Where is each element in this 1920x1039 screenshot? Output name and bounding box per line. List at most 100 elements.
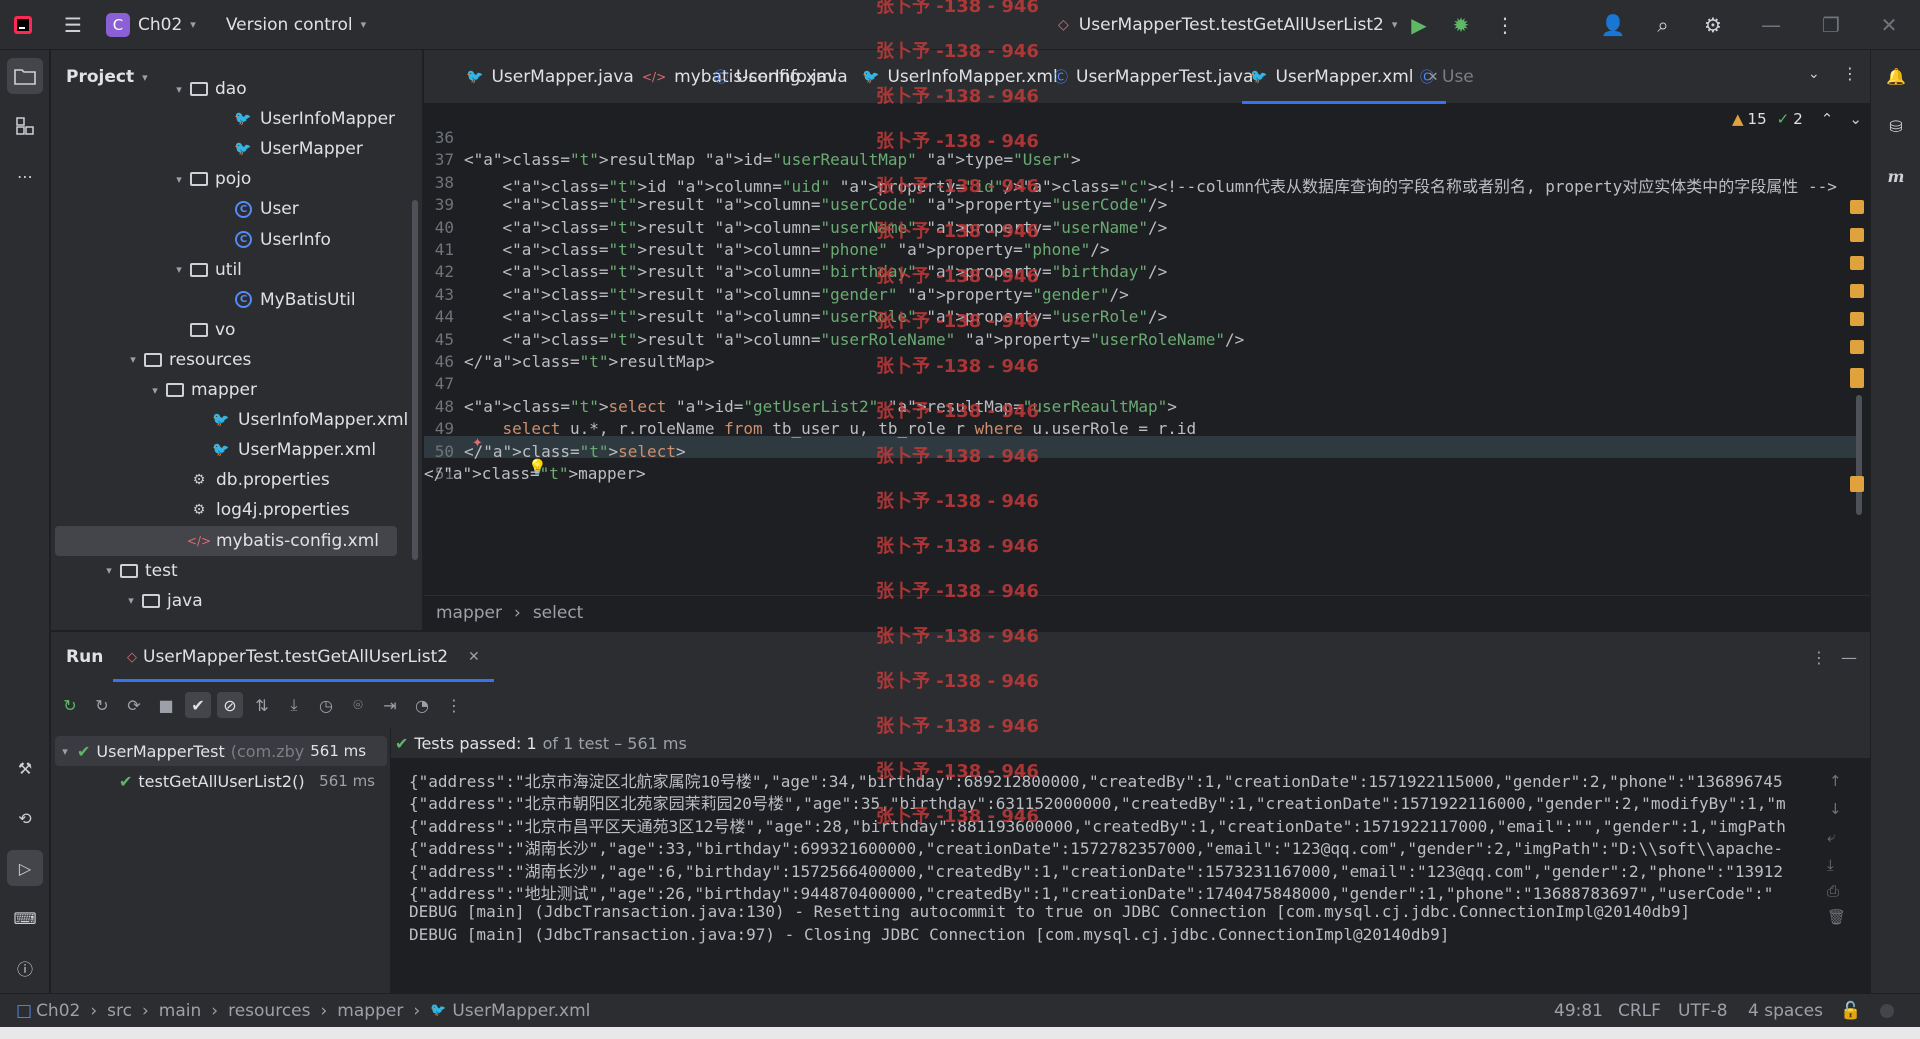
more-tools-icon[interactable]: ⋯ <box>7 158 43 194</box>
rerun-failed-icon[interactable]: ↻ <box>89 692 115 718</box>
tab-options-icon[interactable]: ⋮ <box>1842 64 1858 83</box>
tab-usermappertest-java[interactable]: Ⓒ UserMapperTest.java <box>1054 50 1253 104</box>
coverage-icon[interactable]: ◔ <box>409 692 435 718</box>
line-separator[interactable]: CRLF <box>1618 1001 1661 1021</box>
indent-setting[interactable]: 4 spaces <box>1748 1001 1823 1021</box>
settings-icon[interactable]: ⚙ <box>1700 12 1726 38</box>
import-results-icon[interactable]: ⤓ <box>281 692 307 718</box>
show-ignored-icon[interactable]: ⊘ <box>217 692 243 718</box>
code-line[interactable]: <"a">class="t">id "a">column="uid" "a">p… <box>464 173 1837 197</box>
add-user-icon[interactable]: 👤 <box>1600 12 1626 38</box>
code-line[interactable]: <"a">class="t">result "a">column="userNa… <box>464 218 1168 237</box>
tab-list-chevron-icon[interactable]: ⌄ <box>1808 66 1820 82</box>
rerun-icon[interactable]: ↻ <box>57 692 83 718</box>
search-icon[interactable]: ⌕ <box>1650 12 1676 38</box>
run-config-selector[interactable]: ◇ UserMapperTest.testGetAllUserList2 ▾ <box>1058 15 1397 35</box>
chevron-down-icon[interactable]: ▾ <box>124 353 142 366</box>
tab-userinfo-java[interactable]: Ⓒ UserInfo.java <box>714 50 848 104</box>
prev-highlight-icon[interactable]: ⌃ <box>1821 110 1834 128</box>
tree-item-mybatisutil[interactable]: C MyBatisUtil <box>51 285 422 315</box>
path-item[interactable]: main <box>159 1001 201 1021</box>
chevron-down-icon[interactable]: ▾ <box>170 263 188 276</box>
code-line[interactable]: <"a">class="t">select "a">id="getUserLis… <box>464 397 1177 416</box>
test-row[interactable]: ✔ testGetAllUserList2() 561 ms <box>55 766 387 796</box>
tab-usermapper-java[interactable]: 🐦 UserMapper.java <box>466 50 634 104</box>
code-line[interactable]: <"a">class="t">resultMap "a">id="userRea… <box>464 150 1081 169</box>
warning-stripe[interactable] <box>1850 312 1864 326</box>
build-tool-icon[interactable]: ⚒ <box>7 750 43 786</box>
tree-item-log4j-properties[interactable]: ⚙ log4j.properties <box>51 495 422 525</box>
maven-icon[interactable]: m <box>1878 158 1914 194</box>
tree-item-mapper[interactable]: ▾ mapper <box>51 375 422 405</box>
soft-wrap-icon[interactable]: ⤶ <box>1827 828 1835 846</box>
project-switcher[interactable]: C Ch02 ▾ <box>106 12 196 37</box>
warning-stripe[interactable] <box>1850 340 1864 354</box>
memory-indicator-icon[interactable] <box>1880 1003 1894 1018</box>
tab-use[interactable]: Ⓒ Use <box>1420 50 1474 104</box>
chevron-down-icon[interactable]: ▾ <box>100 564 118 577</box>
chevron-down-icon[interactable]: ▾ <box>122 594 140 607</box>
next-highlight-icon[interactable]: ⌄ <box>1849 110 1862 128</box>
chevron-down-icon[interactable]: ▾ <box>146 384 164 397</box>
database-icon[interactable]: ⛁ <box>1878 108 1914 144</box>
chevron-down-icon[interactable]: ▾ <box>170 83 188 96</box>
console-output[interactable]: ✔ Tests passed: 1 of 1 test – 561 ms {"a… <box>391 728 1870 994</box>
tree-item-mybatis-config-xml[interactable]: </> mybatis-config.xml <box>55 525 397 556</box>
run-icon[interactable]: ▶ <box>1406 12 1432 38</box>
main-menu-icon[interactable]: ☰ <box>60 12 86 38</box>
path-item[interactable]: UserMapper.xml <box>452 1001 590 1021</box>
caret-position[interactable]: 49:81 <box>1554 1001 1603 1021</box>
warning-stripe[interactable] <box>1850 256 1864 270</box>
code-line[interactable]: <"a">class="t">result "a">column="userRo… <box>464 330 1245 349</box>
clear-icon[interactable]: 🗑 <box>1827 908 1846 926</box>
run-tool-icon[interactable]: ▷ <box>7 850 43 886</box>
path-item[interactable]: resources <box>228 1001 310 1021</box>
warning-stripe[interactable] <box>1850 228 1864 242</box>
code-line[interactable]: </"a">class="t">mapper> <box>424 464 646 483</box>
tree-scrollbar[interactable] <box>412 200 418 560</box>
file-encoding[interactable]: UTF-8 <box>1678 1001 1728 1021</box>
breadcrumb-item[interactable]: select <box>533 603 584 623</box>
toggle-auto-test-icon[interactable]: ⟳ <box>121 692 147 718</box>
tree-item-user[interactable]: C User <box>51 194 422 224</box>
tree-item-userinfomapper[interactable]: 🐦 UserInfoMapper <box>51 104 422 134</box>
vcs-menu[interactable]: Version control ▾ <box>226 15 366 35</box>
services-tool-icon[interactable]: ⟲ <box>7 800 43 836</box>
tree-item-db-properties[interactable]: ⚙ db.properties <box>51 465 422 495</box>
project-tool-icon[interactable] <box>7 58 43 94</box>
maximize-icon[interactable]: ❐ <box>1818 12 1844 38</box>
readonly-lock-icon[interactable]: 🔓 <box>1840 1001 1861 1021</box>
tab-usermapper-xml[interactable]: 🐦 UserMapper.xml ✕ <box>1241 50 1447 104</box>
path-item[interactable]: src <box>107 1001 132 1021</box>
toolbar-more-icon[interactable]: ⋮ <box>441 692 467 718</box>
close-icon[interactable]: ✕ <box>468 649 480 665</box>
tree-item-vo[interactable]: vo <box>51 315 422 345</box>
breadcrumb-item[interactable]: mapper <box>436 603 502 623</box>
code-line[interactable]: <"a">class="t">result "a">column="userRo… <box>464 307 1168 326</box>
tree-item-usermapper[interactable]: 🐦 UserMapper <box>51 134 422 164</box>
scroll-to-end-icon[interactable]: ⤓ <box>1827 856 1834 874</box>
run-tab[interactable]: ◇ UserMapperTest.testGetAllUserList2 ✕ <box>113 632 494 682</box>
warning-stripe[interactable] <box>1850 284 1864 298</box>
warning-stripe[interactable] <box>1850 476 1864 492</box>
tree-item-userinfo[interactable]: C UserInfo <box>51 225 422 255</box>
tree-item-util[interactable]: ▾ util <box>51 255 422 285</box>
tree-item-userinfomapper-xml[interactable]: 🐦 UserInfoMapper.xml <box>51 405 422 435</box>
close-icon[interactable]: ✕ <box>1876 12 1902 38</box>
editor-scrollbar[interactable] <box>1856 395 1862 515</box>
screenshot-icon[interactable]: ⌾ <box>345 692 371 718</box>
print-icon[interactable]: ⎙ <box>1827 882 1839 900</box>
tree-item-test[interactable]: ▾ test <box>51 556 422 586</box>
structure-tool-icon[interactable] <box>7 108 43 144</box>
code-line[interactable]: <"a">class="t">result "a">column="phone"… <box>464 240 1110 259</box>
minimize-icon[interactable]: — <box>1758 12 1784 38</box>
show-passed-icon[interactable]: ✔ <box>185 692 211 718</box>
stop-icon[interactable]: ■ <box>153 692 179 718</box>
debug-icon[interactable]: ✹ <box>1448 12 1474 38</box>
tree-item-pojo[interactable]: ▾ pojo <box>51 164 422 194</box>
tree-item-java[interactable]: ▾ java <box>51 586 422 616</box>
more-actions-icon[interactable]: ⋮ <box>1492 12 1518 38</box>
run-more-icon[interactable]: ⋮ <box>1811 648 1827 667</box>
hide-panel-icon[interactable]: — <box>1841 648 1857 667</box>
inspection-widget[interactable]: ▲ 15 ✓ 2 ⌃ ⌄ <box>1732 110 1862 128</box>
